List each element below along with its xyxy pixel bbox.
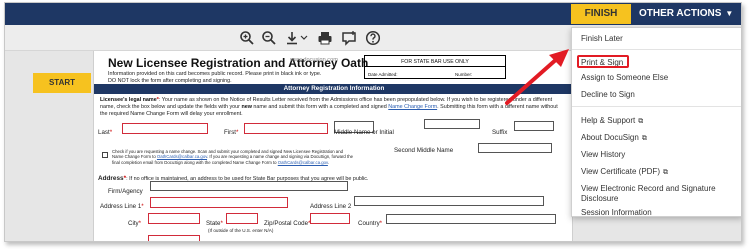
- download-icon[interactable]: [285, 30, 309, 46]
- middle-name-input[interactable]: [424, 119, 480, 129]
- last-name-label: Last*: [98, 129, 113, 136]
- state-label: State*: [206, 220, 223, 227]
- firm-agency-field[interactable]: [150, 181, 348, 191]
- middle-name-label: Middle Name or Initial: [334, 129, 394, 136]
- external-link-icon: ⧉: [638, 118, 644, 125]
- state-field[interactable]: [226, 213, 258, 224]
- address-line-2-field[interactable]: [354, 196, 544, 206]
- second-middle-name-label: Second Middle Name: [394, 147, 454, 154]
- first-name-label: First*: [224, 129, 239, 136]
- menu-item-finish-later[interactable]: Finish Later: [581, 34, 623, 43]
- legal-name-text: new: [241, 104, 252, 110]
- number-label: Number:: [455, 72, 473, 77]
- zip-label: Zip/Postal Code*: [264, 220, 310, 227]
- state-bar-box-title: FOR STATE BAR USE ONLY: [401, 59, 469, 65]
- finish-button[interactable]: FINISH: [571, 4, 631, 24]
- comment-icon[interactable]: [341, 30, 357, 46]
- other-actions-button[interactable]: OTHER ACTIONS ▼: [639, 4, 733, 24]
- menu-item-decline[interactable]: Decline to Sign: [581, 90, 635, 99]
- firm-agency-label: Firm/Agency: [108, 188, 143, 195]
- name-change-checkbox[interactable]: [102, 152, 108, 158]
- zoom-in-icon[interactable]: [239, 30, 255, 46]
- document-subtitle: Information provided on this card become…: [108, 71, 322, 77]
- name-change-instructions: Check if you are requesting a name chang…: [112, 149, 353, 165]
- divider: [365, 66, 505, 67]
- other-actions-label: OTHER ACTIONS: [639, 8, 722, 19]
- print-icon[interactable]: [317, 30, 333, 46]
- menu-divider: [572, 49, 741, 50]
- other-actions-menu: Finish Later Print & Sign Assign to Some…: [571, 27, 741, 217]
- menu-item-view-electronic-record-line2[interactable]: Disclosure: [581, 194, 618, 203]
- start-tag[interactable]: START: [33, 73, 91, 93]
- document-page: New Licensee Registration and Attorney O…: [93, 51, 573, 241]
- second-middle-name-field[interactable]: [478, 143, 552, 153]
- menu-item-view-electronic-record[interactable]: View Electronic Record and Signature: [581, 184, 716, 193]
- menu-item-view-history[interactable]: View History: [581, 150, 625, 159]
- legal-name-text: name and submit this form with a complet…: [251, 104, 389, 110]
- menu-item-about-docusign[interactable]: About DocuSign ⧉: [581, 133, 647, 143]
- menu-item-session-information[interactable]: Session Information: [581, 208, 652, 217]
- legal-name-instructions: Licensee's legal name*: Your name as sho…: [100, 97, 570, 118]
- legal-name-text: : Your name as shown on the Notice of Re…: [158, 97, 553, 103]
- address-line-2-label: Address Line 2: [310, 203, 352, 210]
- print-sign-highlight: [577, 55, 629, 68]
- menu-item-help-support[interactable]: Help & Support ⧉: [581, 116, 643, 126]
- outside-us-note: (If outside of the U.S. enter N/A): [208, 228, 274, 233]
- suffix-field[interactable]: [514, 121, 554, 131]
- legal-name-text: name, check the box below and update the…: [100, 104, 242, 110]
- help-icon[interactable]: [365, 30, 381, 46]
- legal-name-label: Licensee's legal name: [100, 97, 157, 103]
- city-field[interactable]: [148, 213, 200, 224]
- last-name-field[interactable]: [122, 123, 208, 134]
- state-bar-use-box: FOR STATE BAR USE ONLY Date Admitted: Nu…: [364, 55, 506, 79]
- date-admitted-label: Date Admitted:: [368, 72, 398, 77]
- country-field[interactable]: [386, 214, 556, 224]
- oathcards-email-link[interactable]: OathCards@calbar.ca.gov: [157, 154, 207, 159]
- caret-down-icon: ▼: [725, 9, 734, 18]
- top-action-bar: FINISH OTHER ACTIONS ▼: [5, 3, 741, 25]
- app-window: FINISH OTHER ACTIONS ▼ START New Licensee…: [4, 2, 742, 242]
- external-link-icon: ⧉: [662, 169, 668, 176]
- menu-divider: [572, 106, 741, 107]
- address-line-1-label: Address Line 1*: [100, 203, 144, 210]
- first-name-field[interactable]: [244, 123, 328, 134]
- legal-name-text: . Submitting this form with a different …: [437, 104, 558, 110]
- docusign-watermark: www.docusign.com: [290, 57, 338, 63]
- name-change-form-link[interactable]: Name Change Form: [388, 104, 437, 110]
- city-label: City*: [128, 220, 142, 227]
- suffix-label: Suffix: [492, 129, 508, 136]
- external-link-icon: ⧉: [641, 135, 647, 142]
- zip-field[interactable]: [310, 213, 350, 224]
- zoom-out-icon[interactable]: [261, 30, 277, 46]
- country-label: Country*: [358, 220, 383, 227]
- section-header: Attorney Registration Information: [94, 84, 572, 94]
- legal-name-text: the required Name Change Form will delay…: [100, 111, 243, 117]
- oathcards-email-link[interactable]: OathCards@calbar.ca.gov: [278, 160, 328, 165]
- address-line-1-field[interactable]: [150, 197, 288, 208]
- phone-field[interactable]: [148, 235, 200, 241]
- menu-item-view-certificate[interactable]: View Certificate (PDF) ⧉: [581, 167, 668, 177]
- menu-item-assign[interactable]: Assign to Someone Else: [581, 73, 668, 82]
